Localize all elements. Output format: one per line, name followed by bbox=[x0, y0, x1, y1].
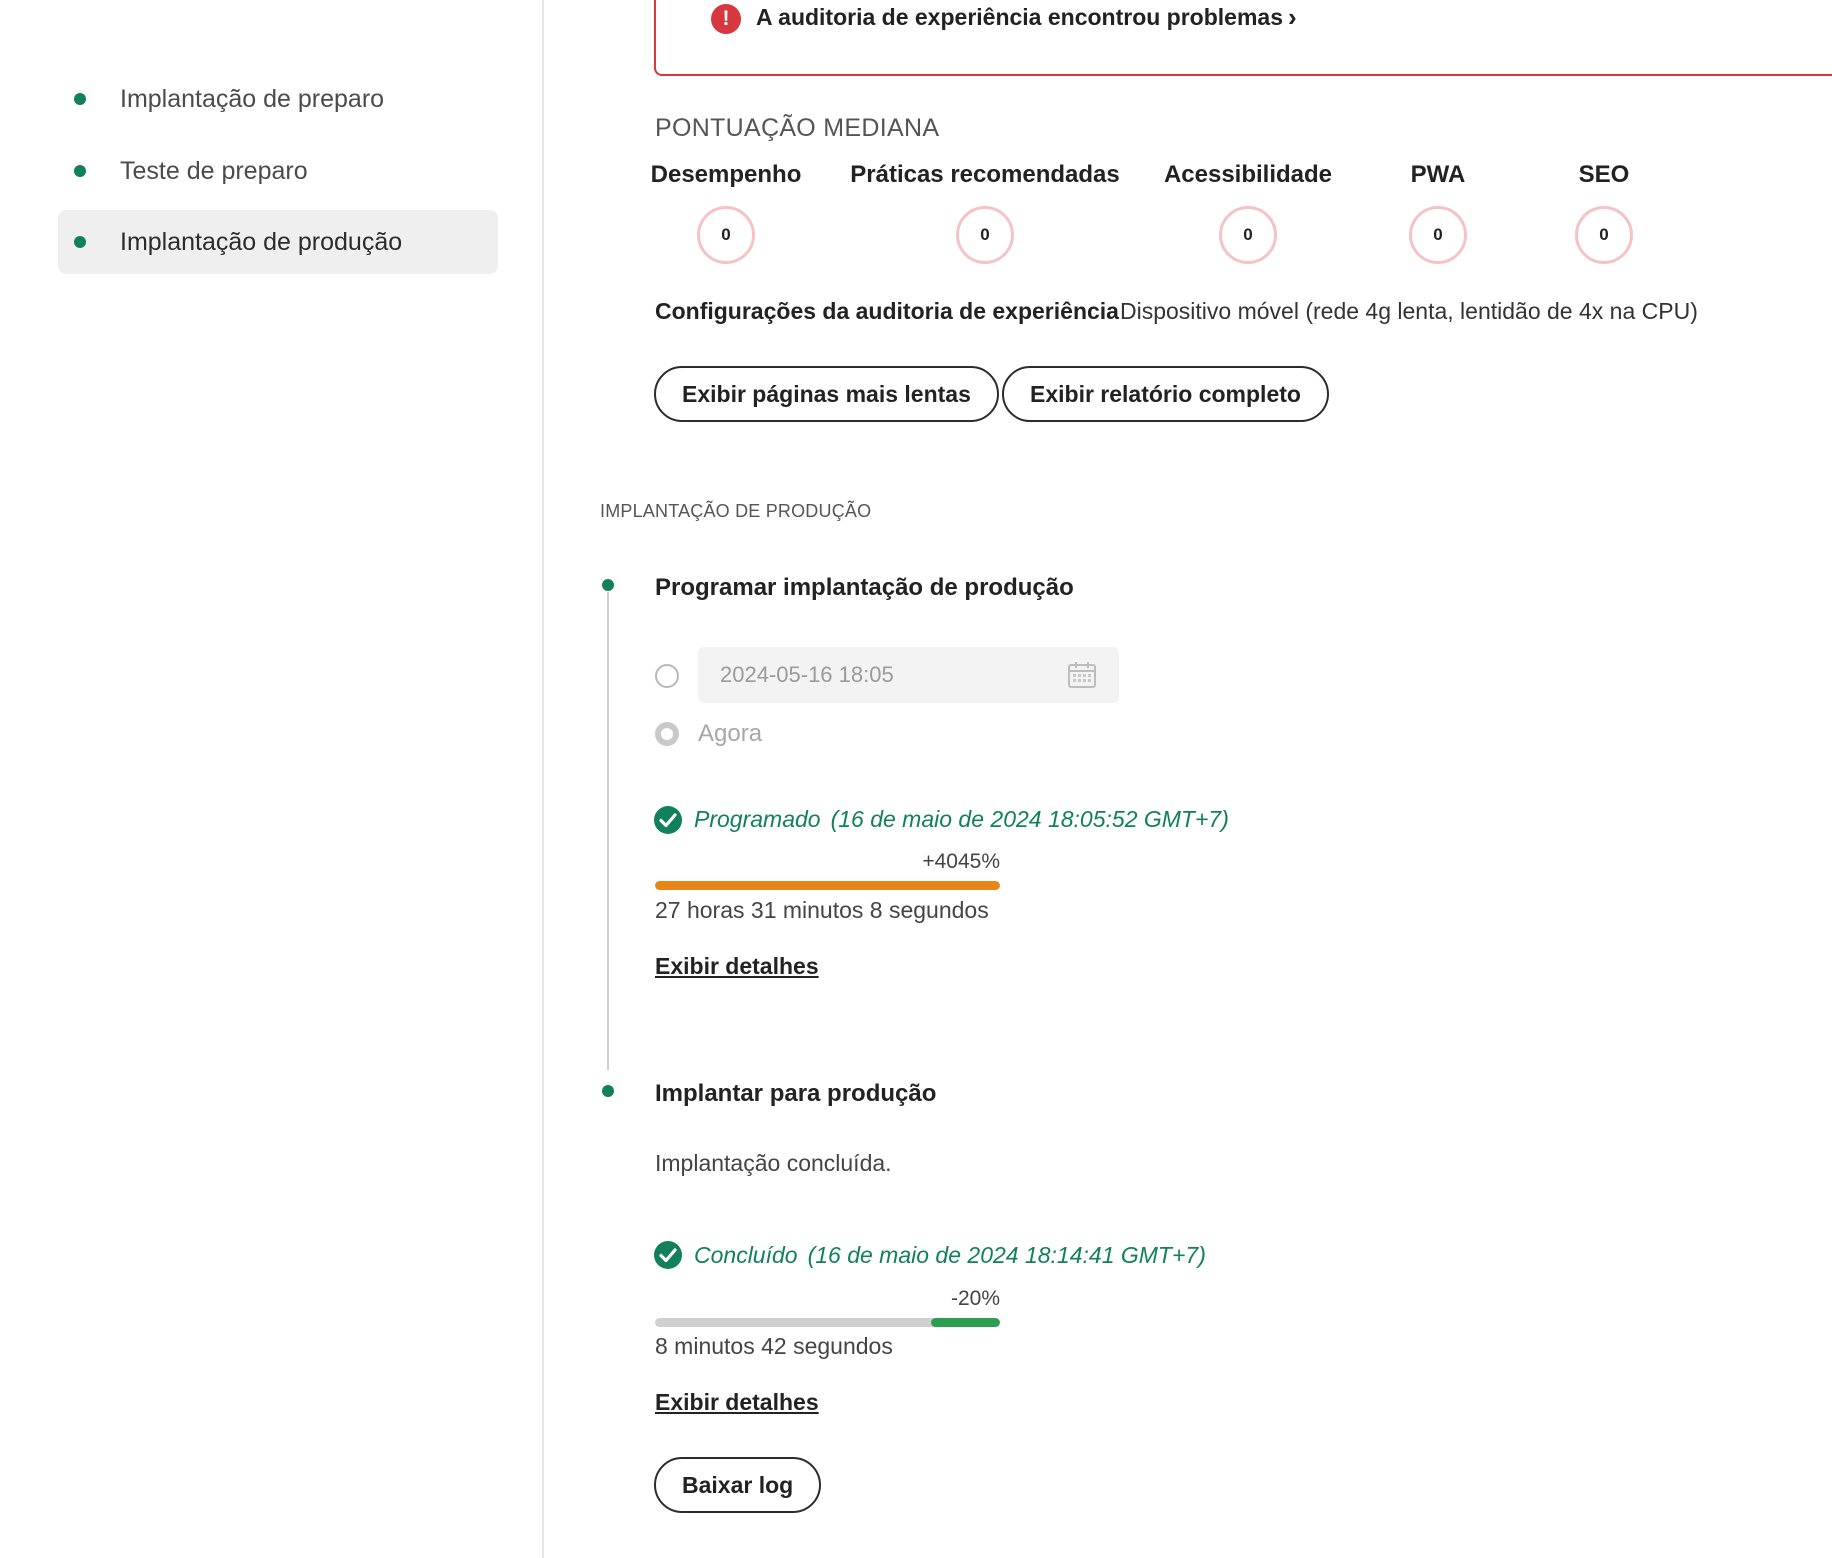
metric-label-pwa: PWA bbox=[1410, 161, 1466, 188]
experience-audit-alert: ! A auditoria de experiência encontrou p… bbox=[654, 0, 1832, 76]
status-timestamp: (16 de maio de 2024 18:14:41 GMT+7) bbox=[807, 1242, 1206, 1268]
production-deploy-heading: IMPLANTAÇÃO DE PRODUÇÃO bbox=[600, 501, 872, 521]
deploy-message: Implantação concluída. bbox=[655, 1150, 892, 1176]
timeline-dot bbox=[602, 579, 614, 591]
sidebar-item-production-deploy[interactable]: Implantação de produção bbox=[58, 210, 498, 274]
view-full-report-button[interactable]: Exibir relatório completo bbox=[1002, 366, 1329, 422]
score-seo: 0 bbox=[1575, 206, 1633, 264]
schedule-date-radio[interactable] bbox=[655, 664, 679, 688]
score-performance: 0 bbox=[697, 206, 755, 264]
duration-bar bbox=[655, 881, 1000, 890]
calendar-icon[interactable] bbox=[1067, 661, 1097, 689]
check-circle-icon bbox=[654, 806, 682, 834]
sidebar-item-label: Teste de preparo bbox=[120, 156, 308, 185]
status-dot bbox=[74, 93, 86, 105]
schedule-now-radio[interactable] bbox=[655, 722, 679, 746]
status-dot bbox=[74, 236, 86, 248]
duration-bar-fill bbox=[655, 881, 1000, 890]
view-details-link[interactable]: Exibir detalhes bbox=[655, 953, 819, 980]
status-label: Programado bbox=[694, 806, 821, 832]
metric-label-accessibility: Acessibilidade bbox=[1163, 161, 1333, 188]
check-circle-icon bbox=[654, 1241, 682, 1269]
score-accessibility: 0 bbox=[1219, 206, 1277, 264]
chevron-right-icon[interactable]: › bbox=[1288, 2, 1297, 33]
error-icon: ! bbox=[711, 4, 741, 34]
status-timestamp: (16 de maio de 2024 18:05:52 GMT+7) bbox=[830, 806, 1229, 832]
duration-bar-fill bbox=[931, 1318, 1000, 1327]
metric-label-performance: Desempenho bbox=[650, 161, 802, 188]
alert-message[interactable]: A auditoria de experiência encontrou pro… bbox=[756, 4, 1283, 31]
schedule-step-title: Programar implantação de produção bbox=[655, 574, 1074, 601]
duration-change-percent: -20% bbox=[950, 1287, 1000, 1310]
duration-text: 27 horas 31 minutos 8 segundos bbox=[655, 897, 989, 923]
view-details-link[interactable]: Exibir detalhes bbox=[655, 1389, 819, 1416]
sidebar: Implantação de preparo Teste de preparo … bbox=[0, 0, 544, 1558]
sidebar-item-label: Implantação de produção bbox=[120, 227, 403, 256]
view-slowest-pages-button[interactable]: Exibir páginas mais lentas bbox=[654, 366, 999, 422]
date-value: 2024-05-16 18:05 bbox=[720, 662, 894, 687]
sidebar-item-label: Implantação de preparo bbox=[120, 84, 385, 113]
status-label: Concluído bbox=[694, 1242, 798, 1268]
deploy-status: Concluído (16 de maio de 2024 18:14:41 GM… bbox=[694, 1242, 1206, 1269]
duration-change-percent: +4045% bbox=[922, 850, 1000, 873]
median-score-heading: PONTUAÇÃO MEDIANA bbox=[655, 114, 940, 142]
sidebar-item-staging-test[interactable]: Teste de preparo bbox=[58, 139, 498, 203]
timeline-connector bbox=[607, 592, 609, 1070]
status-dot bbox=[74, 165, 86, 177]
metric-label-seo: SEO bbox=[1578, 161, 1630, 188]
schedule-now-label: Agora bbox=[698, 720, 763, 747]
timeline-dot bbox=[602, 1085, 614, 1097]
schedule-date-input[interactable]: 2024-05-16 18:05 bbox=[698, 647, 1119, 703]
audit-config-value: Dispositivo móvel (rede 4g lenta, lentid… bbox=[1120, 298, 1698, 324]
sidebar-item-staging-deploy[interactable]: Implantação de preparo bbox=[58, 67, 498, 131]
duration-text: 8 minutos 42 segundos bbox=[655, 1333, 893, 1359]
audit-config-label: Configurações da auditoria de experiênci… bbox=[655, 298, 1119, 324]
metric-label-best-practices: Práticas recomendadas bbox=[850, 161, 1120, 188]
download-log-button[interactable]: Baixar log bbox=[654, 1457, 822, 1513]
score-best-practices: 0 bbox=[956, 206, 1014, 264]
deploy-step-title: Implantar para produção bbox=[655, 1080, 937, 1107]
duration-bar bbox=[655, 1318, 1000, 1327]
schedule-status: Programado (16 de maio de 2024 18:05:52 G… bbox=[694, 806, 1229, 833]
score-pwa: 0 bbox=[1409, 206, 1467, 264]
